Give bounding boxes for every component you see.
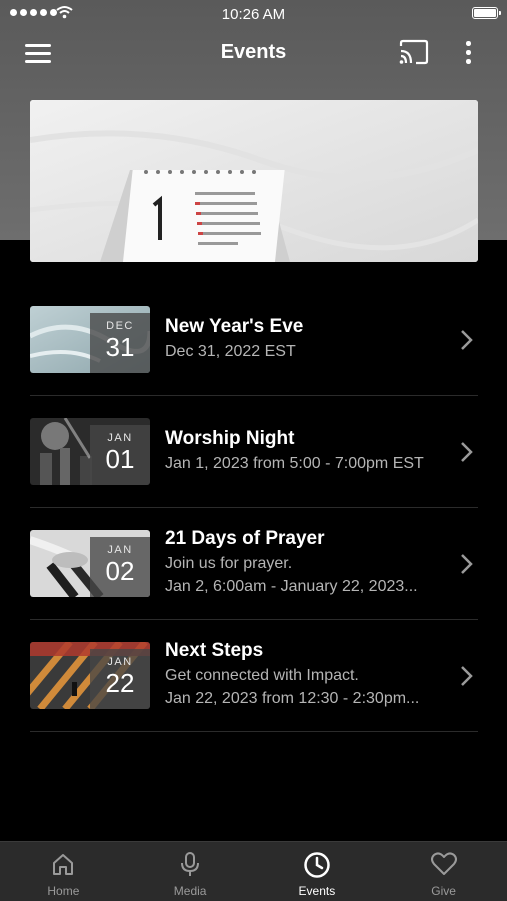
event-title: New Year's Eve	[165, 316, 304, 337]
event-text: Next Steps Get connected with Impact. Ja…	[165, 640, 455, 708]
date-month: DEC	[106, 320, 134, 332]
home-icon	[53, 854, 74, 875]
microphone-icon	[181, 852, 200, 876]
event-date: Jan 2, 6:00am - January 22, 2023...	[165, 578, 418, 595]
date-badge: JAN 02	[90, 537, 150, 597]
tab-media[interactable]: Media	[127, 842, 254, 901]
date-month: JAN	[107, 432, 133, 444]
status-time: 10:26 AM	[221, 6, 286, 23]
heart-icon	[430, 852, 457, 875]
chevron-right-icon	[461, 330, 473, 350]
event-item-new-years-eve[interactable]: DEC 31 New Year's Eve Dec 31, 2022 EST	[30, 284, 478, 396]
event-thumbnail: JAN 01	[30, 418, 150, 485]
tab-bar: Home Media Events Give	[0, 841, 507, 901]
tab-give[interactable]: Give	[380, 842, 507, 901]
chevron-right-icon	[461, 442, 473, 462]
calendar-photo	[30, 100, 478, 262]
cast-icon[interactable]	[398, 38, 430, 66]
tab-label: Give	[431, 884, 456, 898]
date-day: 02	[105, 556, 135, 586]
hero-image	[30, 100, 478, 262]
tab-label: Home	[47, 884, 80, 898]
event-thumbnail: JAN 02	[30, 530, 150, 597]
event-date: Jan 22, 2023 from 12:30 - 2:30pm...	[165, 690, 420, 707]
more-options-icon[interactable]	[458, 38, 478, 68]
date-month: JAN	[107, 656, 133, 668]
date-badge: JAN 01	[90, 425, 150, 485]
clock-icon	[304, 852, 330, 878]
event-date: Jan 1, 2023 from 5:00 - 7:00pm EST	[165, 455, 424, 472]
tab-events[interactable]: Events	[254, 842, 381, 901]
tab-label: Events	[298, 884, 336, 898]
event-title: 21 Days of Prayer	[165, 528, 325, 549]
page-title: Events	[220, 41, 287, 63]
chevron-right-icon	[461, 554, 473, 574]
event-date: Dec 31, 2022 EST	[165, 343, 296, 360]
event-item-21-days-of-prayer[interactable]: JAN 02 21 Days of Prayer Join us for pra…	[30, 508, 478, 620]
date-day: 01	[105, 444, 135, 474]
event-text: New Year's Eve Dec 31, 2022 EST	[165, 316, 455, 361]
event-list: DEC 31 New Year's Eve Dec 31, 2022 EST J…	[30, 284, 478, 732]
date-badge: JAN 22	[90, 649, 150, 709]
status-bar: 10:26 AM	[0, 0, 507, 28]
event-thumbnail: JAN 22	[30, 642, 150, 709]
date-day: 31	[105, 332, 135, 362]
date-badge: DEC 31	[90, 313, 150, 373]
event-thumbnail: DEC 31	[30, 306, 150, 373]
date-month: JAN	[107, 544, 133, 556]
date-day: 22	[105, 668, 135, 698]
battery-icon	[472, 7, 501, 19]
event-title: Next Steps	[165, 640, 264, 661]
tab-home[interactable]: Home	[0, 842, 127, 901]
event-description: Join us for prayer.	[165, 555, 293, 572]
navigation-bar: Events	[0, 28, 507, 78]
event-text: 21 Days of Prayer Join us for prayer. Ja…	[165, 528, 455, 596]
tab-label: Media	[173, 884, 207, 898]
event-item-next-steps[interactable]: JAN 22 Next Steps Get connected with Imp…	[30, 620, 478, 732]
event-title: Worship Night	[165, 428, 295, 449]
event-item-worship-night[interactable]: JAN 01 Worship Night Jan 1, 2023 from 5:…	[30, 396, 478, 508]
event-text: Worship Night Jan 1, 2023 from 5:00 - 7:…	[165, 428, 455, 473]
chevron-right-icon	[461, 666, 473, 686]
event-description: Get connected with Impact.	[165, 667, 359, 684]
